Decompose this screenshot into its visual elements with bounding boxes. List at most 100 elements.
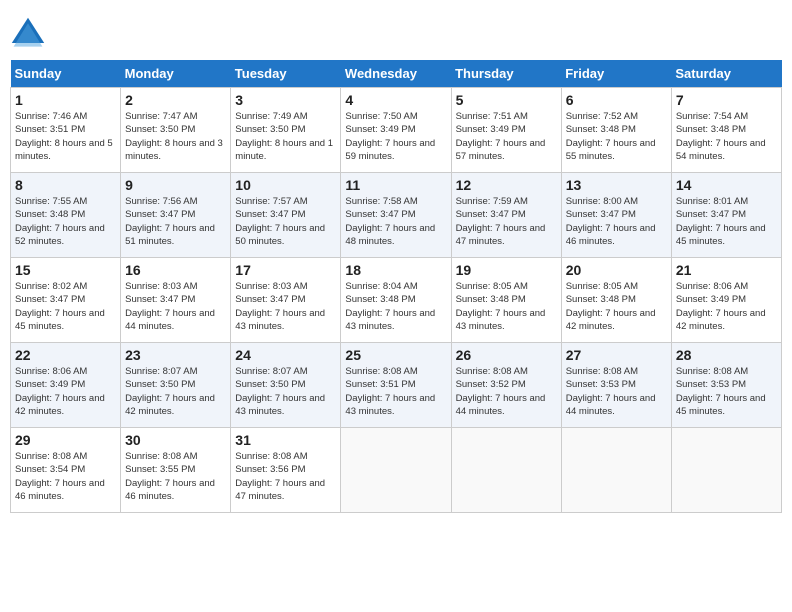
calendar-cell: 3 Sunrise: 7:49 AM Sunset: 3:50 PM Dayli… — [231, 88, 341, 173]
day-number: 27 — [566, 347, 667, 363]
calendar-cell: 2 Sunrise: 7:47 AM Sunset: 3:50 PM Dayli… — [121, 88, 231, 173]
calendar-cell: 13 Sunrise: 8:00 AM Sunset: 3:47 PM Dayl… — [561, 173, 671, 258]
calendar-cell: 18 Sunrise: 8:04 AM Sunset: 3:48 PM Dayl… — [341, 258, 451, 343]
day-number: 4 — [345, 92, 446, 108]
calendar-cell: 20 Sunrise: 8:05 AM Sunset: 3:48 PM Dayl… — [561, 258, 671, 343]
week-row-2: 8 Sunrise: 7:55 AM Sunset: 3:48 PM Dayli… — [11, 173, 782, 258]
day-info: Sunrise: 7:56 AM Sunset: 3:47 PM Dayligh… — [125, 195, 226, 248]
day-info: Sunrise: 7:47 AM Sunset: 3:50 PM Dayligh… — [125, 110, 226, 163]
calendar-cell — [671, 428, 781, 513]
day-number: 10 — [235, 177, 336, 193]
calendar-cell: 11 Sunrise: 7:58 AM Sunset: 3:47 PM Dayl… — [341, 173, 451, 258]
header-row: SundayMondayTuesdayWednesdayThursdayFrid… — [11, 60, 782, 88]
day-info: Sunrise: 8:08 AM Sunset: 3:53 PM Dayligh… — [676, 365, 777, 418]
calendar-cell: 6 Sunrise: 7:52 AM Sunset: 3:48 PM Dayli… — [561, 88, 671, 173]
day-number: 18 — [345, 262, 446, 278]
column-header-sunday: Sunday — [11, 60, 121, 88]
calendar-cell: 5 Sunrise: 7:51 AM Sunset: 3:49 PM Dayli… — [451, 88, 561, 173]
day-info: Sunrise: 8:07 AM Sunset: 3:50 PM Dayligh… — [235, 365, 336, 418]
calendar-cell: 28 Sunrise: 8:08 AM Sunset: 3:53 PM Dayl… — [671, 343, 781, 428]
day-info: Sunrise: 8:08 AM Sunset: 3:56 PM Dayligh… — [235, 450, 336, 503]
day-number: 3 — [235, 92, 336, 108]
day-info: Sunrise: 8:04 AM Sunset: 3:48 PM Dayligh… — [345, 280, 446, 333]
day-info: Sunrise: 7:59 AM Sunset: 3:47 PM Dayligh… — [456, 195, 557, 248]
day-info: Sunrise: 7:49 AM Sunset: 3:50 PM Dayligh… — [235, 110, 336, 163]
column-header-monday: Monday — [121, 60, 231, 88]
day-number: 22 — [15, 347, 116, 363]
day-number: 19 — [456, 262, 557, 278]
calendar-cell: 24 Sunrise: 8:07 AM Sunset: 3:50 PM Dayl… — [231, 343, 341, 428]
calendar-cell — [341, 428, 451, 513]
day-info: Sunrise: 8:07 AM Sunset: 3:50 PM Dayligh… — [125, 365, 226, 418]
calendar-cell: 16 Sunrise: 8:03 AM Sunset: 3:47 PM Dayl… — [121, 258, 231, 343]
day-number: 23 — [125, 347, 226, 363]
day-number: 8 — [15, 177, 116, 193]
column-header-thursday: Thursday — [451, 60, 561, 88]
day-number: 25 — [345, 347, 446, 363]
logo-icon — [10, 16, 46, 52]
day-info: Sunrise: 7:57 AM Sunset: 3:47 PM Dayligh… — [235, 195, 336, 248]
day-number: 29 — [15, 432, 116, 448]
week-row-1: 1 Sunrise: 7:46 AM Sunset: 3:51 PM Dayli… — [11, 88, 782, 173]
day-number: 15 — [15, 262, 116, 278]
calendar-cell: 30 Sunrise: 8:08 AM Sunset: 3:55 PM Dayl… — [121, 428, 231, 513]
calendar-cell: 12 Sunrise: 7:59 AM Sunset: 3:47 PM Dayl… — [451, 173, 561, 258]
calendar-cell: 17 Sunrise: 8:03 AM Sunset: 3:47 PM Dayl… — [231, 258, 341, 343]
calendar-cell: 23 Sunrise: 8:07 AM Sunset: 3:50 PM Dayl… — [121, 343, 231, 428]
day-number: 2 — [125, 92, 226, 108]
week-row-5: 29 Sunrise: 8:08 AM Sunset: 3:54 PM Dayl… — [11, 428, 782, 513]
calendar-cell: 27 Sunrise: 8:08 AM Sunset: 3:53 PM Dayl… — [561, 343, 671, 428]
day-number: 30 — [125, 432, 226, 448]
day-number: 28 — [676, 347, 777, 363]
day-info: Sunrise: 8:03 AM Sunset: 3:47 PM Dayligh… — [235, 280, 336, 333]
day-info: Sunrise: 8:05 AM Sunset: 3:48 PM Dayligh… — [456, 280, 557, 333]
day-number: 9 — [125, 177, 226, 193]
day-info: Sunrise: 8:00 AM Sunset: 3:47 PM Dayligh… — [566, 195, 667, 248]
calendar-cell — [451, 428, 561, 513]
day-number: 21 — [676, 262, 777, 278]
calendar-cell: 26 Sunrise: 8:08 AM Sunset: 3:52 PM Dayl… — [451, 343, 561, 428]
day-info: Sunrise: 8:08 AM Sunset: 3:53 PM Dayligh… — [566, 365, 667, 418]
calendar-cell: 15 Sunrise: 8:02 AM Sunset: 3:47 PM Dayl… — [11, 258, 121, 343]
day-number: 24 — [235, 347, 336, 363]
day-info: Sunrise: 8:08 AM Sunset: 3:55 PM Dayligh… — [125, 450, 226, 503]
week-row-3: 15 Sunrise: 8:02 AM Sunset: 3:47 PM Dayl… — [11, 258, 782, 343]
day-info: Sunrise: 7:50 AM Sunset: 3:49 PM Dayligh… — [345, 110, 446, 163]
day-info: Sunrise: 7:51 AM Sunset: 3:49 PM Dayligh… — [456, 110, 557, 163]
column-header-saturday: Saturday — [671, 60, 781, 88]
day-number: 14 — [676, 177, 777, 193]
day-number: 20 — [566, 262, 667, 278]
calendar-cell: 1 Sunrise: 7:46 AM Sunset: 3:51 PM Dayli… — [11, 88, 121, 173]
calendar-cell: 29 Sunrise: 8:08 AM Sunset: 3:54 PM Dayl… — [11, 428, 121, 513]
day-number: 31 — [235, 432, 336, 448]
day-info: Sunrise: 7:46 AM Sunset: 3:51 PM Dayligh… — [15, 110, 116, 163]
day-info: Sunrise: 7:52 AM Sunset: 3:48 PM Dayligh… — [566, 110, 667, 163]
day-info: Sunrise: 8:03 AM Sunset: 3:47 PM Dayligh… — [125, 280, 226, 333]
day-number: 12 — [456, 177, 557, 193]
day-info: Sunrise: 8:08 AM Sunset: 3:52 PM Dayligh… — [456, 365, 557, 418]
calendar-cell: 25 Sunrise: 8:08 AM Sunset: 3:51 PM Dayl… — [341, 343, 451, 428]
column-header-wednesday: Wednesday — [341, 60, 451, 88]
day-info: Sunrise: 8:01 AM Sunset: 3:47 PM Dayligh… — [676, 195, 777, 248]
calendar-cell: 10 Sunrise: 7:57 AM Sunset: 3:47 PM Dayl… — [231, 173, 341, 258]
calendar-table: SundayMondayTuesdayWednesdayThursdayFrid… — [10, 60, 782, 513]
calendar-cell — [561, 428, 671, 513]
day-info: Sunrise: 8:02 AM Sunset: 3:47 PM Dayligh… — [15, 280, 116, 333]
column-header-tuesday: Tuesday — [231, 60, 341, 88]
calendar-cell: 31 Sunrise: 8:08 AM Sunset: 3:56 PM Dayl… — [231, 428, 341, 513]
day-info: Sunrise: 7:58 AM Sunset: 3:47 PM Dayligh… — [345, 195, 446, 248]
day-number: 6 — [566, 92, 667, 108]
day-info: Sunrise: 8:08 AM Sunset: 3:51 PM Dayligh… — [345, 365, 446, 418]
day-number: 16 — [125, 262, 226, 278]
day-info: Sunrise: 8:08 AM Sunset: 3:54 PM Dayligh… — [15, 450, 116, 503]
column-header-friday: Friday — [561, 60, 671, 88]
day-info: Sunrise: 7:55 AM Sunset: 3:48 PM Dayligh… — [15, 195, 116, 248]
calendar-cell: 21 Sunrise: 8:06 AM Sunset: 3:49 PM Dayl… — [671, 258, 781, 343]
calendar-cell: 9 Sunrise: 7:56 AM Sunset: 3:47 PM Dayli… — [121, 173, 231, 258]
calendar-cell: 4 Sunrise: 7:50 AM Sunset: 3:49 PM Dayli… — [341, 88, 451, 173]
day-number: 26 — [456, 347, 557, 363]
day-info: Sunrise: 8:05 AM Sunset: 3:48 PM Dayligh… — [566, 280, 667, 333]
day-number: 17 — [235, 262, 336, 278]
day-number: 5 — [456, 92, 557, 108]
day-number: 13 — [566, 177, 667, 193]
